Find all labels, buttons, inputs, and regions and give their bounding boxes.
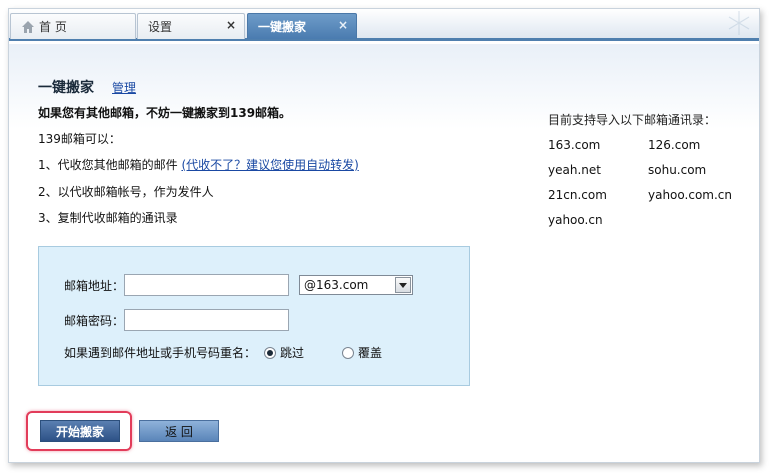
title-row: 一键搬家 管理 (38, 77, 136, 97)
email-label: 邮箱地址： (64, 278, 125, 293)
intro-text: 如果您有其他邮箱，不妨一键搬家到139邮箱。 (38, 106, 292, 120)
supported-providers-panel: 目前支持导入以下邮箱通讯录： 163.com 126.com yeah.net … (548, 111, 748, 227)
close-icon[interactable]: × (338, 18, 348, 32)
skip-option-label: 跳过 (280, 346, 305, 360)
list-item: yahoo.cn (548, 213, 603, 227)
password-label: 邮箱密码： (64, 313, 125, 328)
list-item: yahoo.com.cn (648, 188, 732, 202)
main-content: 一键搬家 管理 如果您有其他邮箱，不妨一键搬家到139邮箱。 139邮箱可以： … (9, 44, 759, 462)
domain-select-value: @163.com (304, 278, 369, 292)
list-item: 126.com (648, 138, 701, 152)
back-button[interactable]: 返 回 (139, 420, 219, 442)
list-item: sohu.com (648, 163, 707, 177)
feature-collect-text: 1、代收您其他邮箱的邮件 (38, 158, 182, 172)
conflict-label: 如果遇到邮件地址或手机号码重名： (64, 346, 257, 360)
email-row: 邮箱地址： @163.com (64, 274, 413, 296)
skip-option[interactable]: 跳过 (264, 344, 304, 361)
list-item: 163.com (548, 138, 601, 152)
tab-home[interactable]: 首 页 (10, 13, 136, 39)
tab-home-label: 首 页 (39, 20, 67, 34)
password-field[interactable] (124, 309, 289, 331)
tab-settings-label: 设置 (148, 20, 173, 34)
home-icon (21, 20, 35, 34)
email-field[interactable] (124, 274, 289, 296)
feature-item-collect: 1、代收您其他邮箱的邮件 (代收不了？建议您使用自动转发) (38, 156, 359, 173)
tab-one-click-move-label: 一键搬家 (258, 20, 307, 34)
tab-bar: 首 页 设置 × 一键搬家 × (9, 9, 759, 41)
password-row: 邮箱密码： (64, 309, 289, 331)
auto-forward-link[interactable]: (代收不了？建议您使用自动转发) (181, 158, 358, 172)
supported-providers-list: 163.com 126.com yeah.net sohu.com 21cn.c… (548, 138, 748, 227)
domain-select[interactable]: @163.com (299, 275, 413, 295)
feature-item-contacts: 3、复制代收邮箱的通讯录 (38, 211, 178, 225)
app-window: 首 页 设置 × 一键搬家 × 一键搬家 管理 如果您有其他邮箱，不妨一键搬家到… (8, 8, 760, 463)
mailbox-form: 邮箱地址： @163.com 邮箱密码： 如果遇到邮件地址或手机号码重名： 跳过 (38, 246, 470, 386)
page-title: 一键搬家 (38, 80, 94, 96)
list-item: 21cn.com (548, 188, 607, 202)
start-move-button[interactable]: 开始搬家 (40, 420, 120, 442)
overwrite-option[interactable]: 覆盖 (342, 344, 382, 361)
capabilities-heading: 139邮箱可以： (38, 132, 121, 146)
tab-one-click-move[interactable]: 一键搬家 × (247, 13, 357, 39)
overwrite-radio[interactable] (342, 346, 355, 359)
close-icon[interactable]: × (226, 18, 236, 32)
supported-providers-title: 目前支持导入以下邮箱通讯录： (548, 113, 717, 127)
skip-radio[interactable] (264, 346, 277, 359)
snowflake-decoration-icon (728, 11, 750, 35)
manage-link[interactable]: 管理 (112, 79, 136, 96)
feature-item-sender: 2、以代收邮箱帐号，作为发件人 (38, 185, 214, 199)
tab-settings[interactable]: 设置 × (137, 13, 245, 39)
overwrite-option-label: 覆盖 (358, 346, 383, 360)
chevron-down-icon[interactable] (395, 277, 411, 293)
list-item: yeah.net (548, 163, 601, 177)
conflict-row: 如果遇到邮件地址或手机号码重名： 跳过 覆盖 (64, 344, 382, 361)
